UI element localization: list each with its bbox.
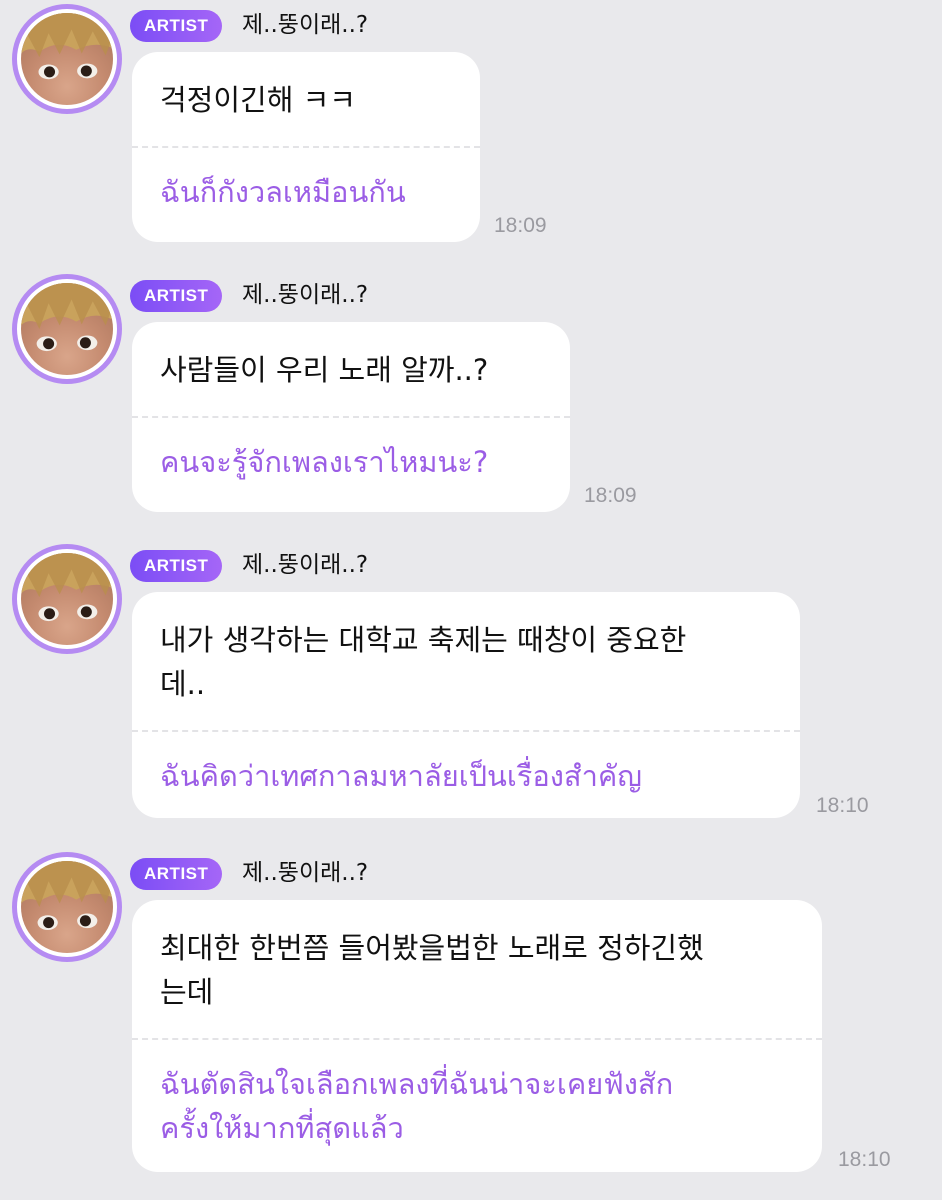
artist-avatar[interactable]: [12, 4, 122, 114]
artist-avatar[interactable]: [12, 274, 122, 384]
message-timestamp: 18:09: [584, 484, 637, 507]
translated-text: ฉันคิดว่าเทศกาลมหาลัยเป็นเรื่องสำคัญ: [160, 759, 643, 793]
artist-badge: ARTIST: [130, 280, 223, 312]
translated-text: ฉันตัดสินใจเลือกเพลงที่ฉันน่าจะเคยฟังสัก…: [160, 1067, 674, 1145]
sender-name: 제..뚱이래..?: [242, 860, 369, 886]
message-bubble[interactable]: 내가 생각하는 대학교 축제는 때창이 중요한 데.. ฉันคิดว่าเทศ…: [132, 592, 800, 818]
message-timestamp: 18:10: [838, 1148, 891, 1171]
sender-name: 제..뚱이래..?: [242, 552, 369, 578]
artist-badge: ARTIST: [130, 858, 223, 890]
message-bubble[interactable]: 최대한 한번쯤 들어봤을법한 노래로 정하긴했 는데 ฉันตัดสินใจเล…: [132, 900, 822, 1172]
message-bubble[interactable]: 사람들이 우리 노래 알까..? คนจะรู้จักเพลงเราไหมนะ?: [132, 322, 570, 512]
message-timestamp: 18:09: [494, 214, 547, 237]
message-timestamp: 18:10: [816, 794, 869, 817]
message-bubble[interactable]: 걱정이긴해 ㅋㅋ ฉันก็กังวลเหมือนกัน: [132, 52, 480, 242]
artist-avatar[interactable]: [12, 852, 122, 962]
original-text: 걱정이긴해 ㅋㅋ: [160, 83, 356, 117]
artist-badge: ARTIST: [130, 550, 223, 582]
original-text: 최대한 한번쯤 들어봤을법한 노래로 정하긴했 는데: [160, 931, 704, 1009]
chat-thread: ARTIST 제..뚱이래..? 걱정이긴해 ㅋㅋ ฉันก็กังวลเหมื…: [0, 0, 942, 1200]
avatar-photo: [21, 861, 113, 953]
original-text: 사람들이 우리 노래 알까..?: [160, 353, 489, 387]
artist-avatar[interactable]: [12, 544, 122, 654]
translated-text: คนจะรู้จักเพลงเราไหมนะ?: [160, 445, 489, 479]
translated-text: ฉันก็กังวลเหมือนกัน: [160, 175, 406, 209]
avatar-photo: [21, 13, 113, 105]
original-text: 내가 생각하는 대학교 축제는 때창이 중요한 데..: [160, 623, 687, 701]
sender-name: 제..뚱이래..?: [242, 282, 369, 308]
avatar-photo: [21, 283, 113, 375]
avatar-photo: [21, 553, 113, 645]
sender-name: 제..뚱이래..?: [242, 12, 369, 38]
artist-badge: ARTIST: [130, 10, 223, 42]
